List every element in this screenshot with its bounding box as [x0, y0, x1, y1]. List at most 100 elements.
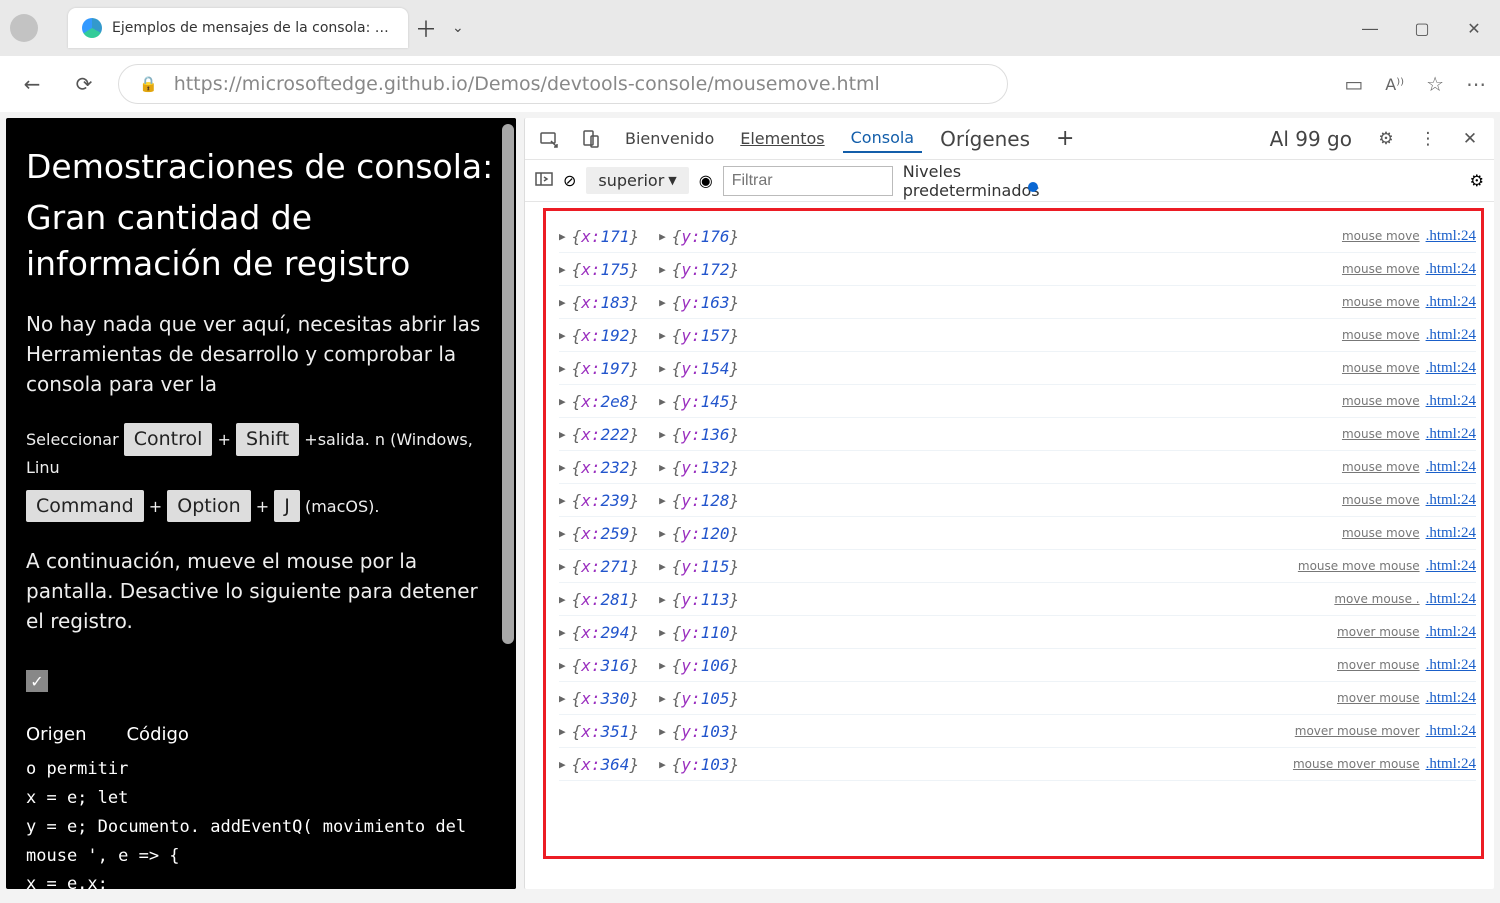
expand-x-icon[interactable]: ▶ — [559, 263, 566, 276]
expand-y-icon[interactable]: ▶ — [659, 296, 666, 309]
expand-x-icon[interactable]: ▶ — [559, 725, 566, 738]
expand-x-icon[interactable]: ▶ — [559, 296, 566, 309]
source-location[interactable]: .html:24 — [1426, 426, 1476, 443]
console-row[interactable]: ▶{x: 175}▶{y: 172}mouse move.html:24 — [559, 253, 1476, 286]
filter-input[interactable] — [723, 166, 893, 196]
source-label[interactable]: mouse move — [1342, 460, 1420, 474]
console-settings-icon[interactable]: ⚙ — [1470, 171, 1484, 190]
maximize-button[interactable]: ▢ — [1396, 8, 1448, 48]
console-row[interactable]: ▶{x: 239}▶{y: 128}mouse move.html:24 — [559, 484, 1476, 517]
expand-x-icon[interactable]: ▶ — [559, 494, 566, 507]
console-row[interactable]: ▶{x: 222}▶{y: 136}mouse move.html:24 — [559, 418, 1476, 451]
source-label[interactable]: mouse move — [1342, 328, 1420, 342]
console-row[interactable]: ▶{x: 232}▶{y: 132}mouse move.html:24 — [559, 451, 1476, 484]
devtools-close-icon[interactable]: ✕ — [1454, 123, 1486, 155]
source-location[interactable]: .html:24 — [1426, 657, 1476, 674]
console-row[interactable]: ▶{x: 197}▶{y: 154}mouse move.html:24 — [559, 352, 1476, 385]
issues-badge[interactable]: Al 99 go — [1262, 123, 1360, 155]
expand-y-icon[interactable]: ▶ — [659, 428, 666, 441]
expand-x-icon[interactable]: ▶ — [559, 461, 566, 474]
minimize-button[interactable]: ― — [1344, 8, 1396, 48]
expand-x-icon[interactable]: ▶ — [559, 560, 566, 573]
live-expression-icon[interactable]: ◉ — [699, 171, 713, 190]
console-row[interactable]: ▶{x: 271}▶{y: 115}mouse move mouse.html:… — [559, 550, 1476, 583]
source-location[interactable]: .html:24 — [1426, 228, 1476, 245]
source-label[interactable]: mouse move — [1342, 295, 1420, 309]
expand-x-icon[interactable]: ▶ — [559, 659, 566, 672]
expand-x-icon[interactable]: ▶ — [559, 362, 566, 375]
console-row[interactable]: ▶{x: 351}▶{y: 103}mover mouse mover.html… — [559, 715, 1476, 748]
console-row[interactable]: ▶{x: 183}▶{y: 163}mouse move.html:24 — [559, 286, 1476, 319]
read-aloud-icon[interactable]: A⁾⁾ — [1385, 75, 1404, 94]
source-label[interactable]: mouse move — [1342, 427, 1420, 441]
source-label[interactable]: mouse move mouse — [1298, 559, 1420, 573]
tab-elements[interactable]: Elementos — [732, 125, 832, 152]
expand-y-icon[interactable]: ▶ — [659, 659, 666, 672]
expand-x-icon[interactable]: ▶ — [559, 428, 566, 441]
expand-y-icon[interactable]: ▶ — [659, 758, 666, 771]
source-location[interactable]: .html:24 — [1426, 756, 1476, 773]
source-location[interactable]: .html:24 — [1426, 327, 1476, 344]
source-label[interactable]: mover mouse mover — [1295, 724, 1420, 738]
close-button[interactable]: ✕ — [1448, 8, 1500, 48]
console-row[interactable]: ▶{x: 171}▶{y: 176}mouse move.html:24 — [559, 220, 1476, 253]
console-row[interactable]: ▶{x: 281}▶{y: 113}move mouse ..html:24 — [559, 583, 1476, 616]
expand-x-icon[interactable]: ▶ — [559, 527, 566, 540]
expand-y-icon[interactable]: ▶ — [659, 527, 666, 540]
expand-x-icon[interactable]: ▶ — [559, 692, 566, 705]
source-location[interactable]: .html:24 — [1426, 261, 1476, 278]
app-icon[interactable]: ▭ — [1344, 72, 1363, 96]
console-row[interactable]: ▶{x: 330}▶{y: 105}mover mouse.html:24 — [559, 682, 1476, 715]
log-levels-dropdown[interactable]: Niveles predeterminados — [903, 162, 1101, 200]
expand-x-icon[interactable]: ▶ — [559, 593, 566, 606]
kebab-icon[interactable]: ⋮ — [1412, 123, 1444, 155]
source-label[interactable]: move mouse . — [1334, 592, 1419, 606]
source-label[interactable]: mover mouse — [1337, 658, 1420, 672]
source-location[interactable]: .html:24 — [1426, 393, 1476, 410]
expand-y-icon[interactable]: ▶ — [659, 626, 666, 639]
tab-add[interactable]: + — [1048, 122, 1082, 155]
console-row[interactable]: ▶{x: 316}▶{y: 106}mover mouse.html:24 — [559, 649, 1476, 682]
console-row[interactable]: ▶{x: 259}▶{y: 120}mouse move.html:24 — [559, 517, 1476, 550]
source-location[interactable]: .html:24 — [1426, 558, 1476, 575]
device-emulation-icon[interactable] — [575, 123, 607, 155]
source-location[interactable]: .html:24 — [1426, 624, 1476, 641]
new-tab-button[interactable]: ＋ — [408, 12, 444, 44]
source-label[interactable]: mouse move — [1342, 361, 1420, 375]
expand-y-icon[interactable]: ▶ — [659, 593, 666, 606]
source-location[interactable]: .html:24 — [1426, 360, 1476, 377]
tab-sources[interactable]: Orígenes — [932, 123, 1038, 155]
console-row[interactable]: ▶{x: 294}▶{y: 110}mover mouse.html:24 — [559, 616, 1476, 649]
tab-console[interactable]: Consola — [843, 124, 922, 153]
logging-checkbox[interactable]: ✓ — [26, 670, 48, 692]
source-location[interactable]: .html:24 — [1426, 294, 1476, 311]
source-location[interactable]: .html:24 — [1426, 591, 1476, 608]
source-label[interactable]: mouse move — [1342, 394, 1420, 408]
source-label[interactable]: mouse move — [1342, 262, 1420, 276]
expand-y-icon[interactable]: ▶ — [659, 725, 666, 738]
tab-welcome[interactable]: Bienvenido — [617, 125, 722, 152]
more-icon[interactable]: ⋯ — [1466, 72, 1486, 96]
browser-tab[interactable]: Ejemplos de mensajes de la consola: Usar — [68, 8, 408, 48]
source-label[interactable]: mouse move — [1342, 229, 1420, 243]
back-button[interactable]: ← — [14, 66, 50, 102]
source-label[interactable]: mouse move — [1342, 493, 1420, 507]
expand-x-icon[interactable]: ▶ — [559, 329, 566, 342]
source-label[interactable]: mover mouse — [1337, 625, 1420, 639]
clear-console-icon[interactable]: ⊘ — [563, 171, 576, 190]
context-dropdown[interactable]: superior ▼ — [586, 167, 688, 194]
profile-avatar-icon[interactable] — [10, 14, 38, 42]
inspect-element-icon[interactable] — [533, 123, 565, 155]
source-location[interactable]: .html:24 — [1426, 690, 1476, 707]
source-label[interactable]: mouse move — [1342, 526, 1420, 540]
expand-y-icon[interactable]: ▶ — [659, 329, 666, 342]
source-location[interactable]: .html:24 — [1426, 492, 1476, 509]
expand-y-icon[interactable]: ▶ — [659, 362, 666, 375]
console-row[interactable]: ▶{x: 364}▶{y: 103}mouse mover mouse.html… — [559, 748, 1476, 781]
expand-y-icon[interactable]: ▶ — [659, 560, 666, 573]
source-location[interactable]: .html:24 — [1426, 525, 1476, 542]
favorite-icon[interactable]: ☆ — [1426, 72, 1444, 96]
console-row[interactable]: ▶{x: 2e8}▶{y: 145}mouse move.html:24 — [559, 385, 1476, 418]
expand-x-icon[interactable]: ▶ — [559, 626, 566, 639]
expand-y-icon[interactable]: ▶ — [659, 494, 666, 507]
